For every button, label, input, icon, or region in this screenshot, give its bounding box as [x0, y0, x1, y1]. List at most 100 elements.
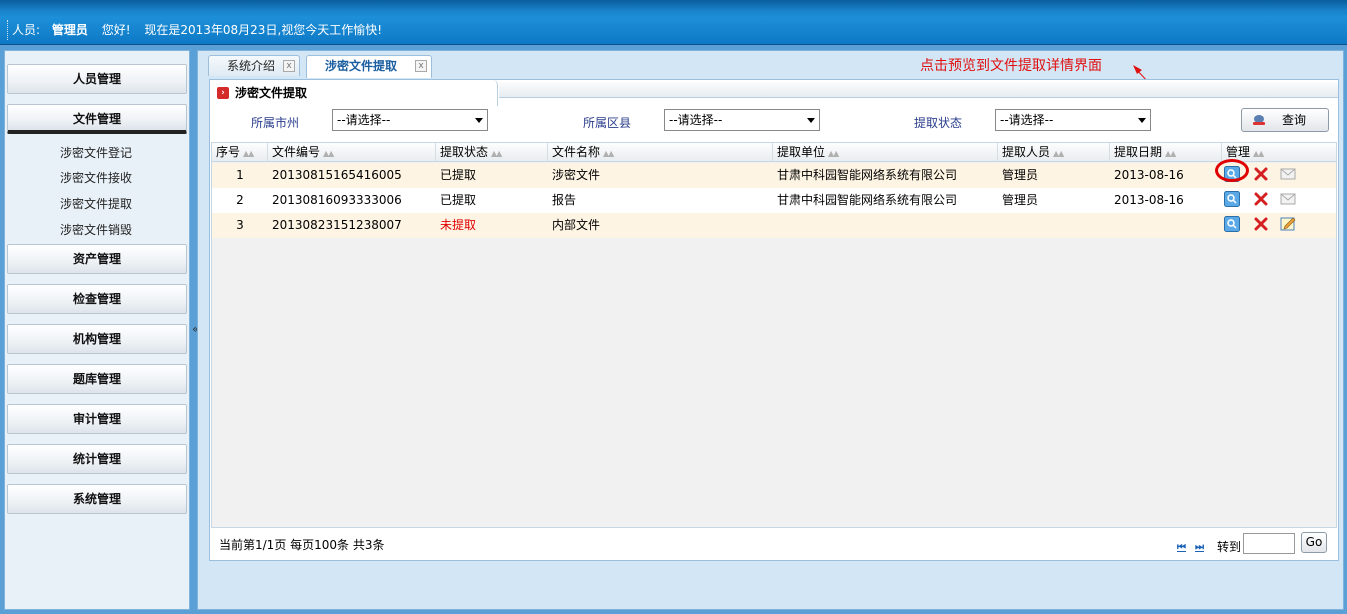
close-icon[interactable]: x [415, 60, 427, 72]
column-header-label: 提取日期 [1114, 145, 1163, 159]
delete-icon[interactable] [1253, 191, 1269, 207]
preview-icon[interactable] [1224, 216, 1240, 232]
cell-unit: 甘肃中科园智能网络系统有限公司 [777, 193, 958, 207]
cell-file-name: 涉密文件 [552, 168, 601, 182]
panel-header: › 涉密文件提取 [210, 80, 1338, 106]
tab-label: 系统介绍 [227, 59, 276, 73]
date-message: 现在是2013年08月23日,视您今天工作愉快! [144, 23, 383, 37]
menu-inspection[interactable]: 检查管理 [7, 284, 187, 314]
city-select-value: --请选择-- [337, 113, 391, 127]
panel-title-text: 涉密文件提取 [235, 86, 308, 100]
cell-unit: 甘肃中科园智能网络系统有限公司 [777, 168, 958, 182]
cell-status: 已提取 [440, 193, 477, 207]
table-row[interactable]: 3 20130823151238007 未提取 内部文件 [212, 213, 1336, 238]
column-header-label: 文件编号 [272, 145, 321, 159]
cell-no: 1 [236, 168, 244, 182]
grid-header: 序号 ▲▲ 文件编号 ▲▲ 提取状态 ▲▲ 文件名称 ▲▲ 提取单位 ▲▲ 提取人员 ▲▲ … [212, 143, 1336, 162]
table-row[interactable]: 2 20130816093333006 已提取 报告 甘肃中科园智能网络系统有限… [212, 188, 1336, 213]
query-button[interactable]: 查询 [1241, 108, 1329, 132]
table-row[interactable]: 1 20130815165416005 已提取 涉密文件 甘肃中科园智能网络系统… [212, 159, 1336, 188]
city-select[interactable]: --请选择-- [332, 109, 488, 131]
column-header-label: 管理 [1226, 145, 1251, 159]
page-info: 当前第1/1页 每页100条 共3条 [219, 538, 385, 552]
tab-label: 涉密文件提取 [325, 59, 398, 73]
sidebar: 人员管理 文件管理 涉密文件登记 涉密文件接收 涉密文件提取 涉密文件销毁 资产… [4, 50, 190, 610]
highlight-circle [1215, 159, 1249, 182]
column-header-label: 提取状态 [440, 145, 489, 159]
close-icon[interactable]: x [283, 60, 295, 72]
status-select[interactable]: --请选择-- [995, 109, 1151, 131]
menu-audit[interactable]: 审计管理 [7, 404, 187, 434]
column-header-unit[interactable]: 提取单位 ▲▲ [773, 143, 998, 162]
user-label: 人员: [12, 23, 41, 37]
top-header: 人员: 管理员 您好! 现在是2013年08月23日,视您今天工作愉快! [0, 0, 1347, 45]
menu-system[interactable]: 系统管理 [7, 484, 187, 514]
column-header-label: 文件名称 [552, 145, 601, 159]
sort-icon: ▲▲ [1165, 149, 1176, 158]
sort-icon: ▲▲ [1253, 149, 1264, 158]
column-header-file-no[interactable]: 文件编号 ▲▲ [268, 143, 436, 162]
data-grid: 序号 ▲▲ 文件编号 ▲▲ 提取状态 ▲▲ 文件名称 ▲▲ 提取单位 ▲▲ 提取人员 ▲▲ … [211, 142, 1337, 528]
city-label: 所属市州 [251, 116, 300, 130]
submenu-file-destroy[interactable]: 涉密文件销毁 [5, 220, 187, 240]
submenu-file-register[interactable]: 涉密文件登记 [5, 143, 187, 163]
sort-icon: ▲▲ [828, 149, 839, 158]
panel-title: › 涉密文件提取 [210, 80, 498, 106]
first-page-icon[interactable]: ⏮ [1177, 542, 1186, 553]
mail-icon[interactable] [1280, 166, 1296, 182]
column-header-label: 提取人员 [1002, 145, 1051, 159]
last-page-icon[interactable]: ⏭ [1195, 542, 1204, 553]
sort-icon: ▲▲ [491, 149, 502, 158]
cell-status: 未提取 [440, 218, 477, 232]
column-header-date[interactable]: 提取日期 ▲▲ [1110, 143, 1222, 162]
goto-page-input[interactable] [1243, 533, 1295, 554]
user-name: 管理员 [51, 23, 88, 37]
dropdown-arrow-icon [475, 118, 483, 123]
menu-personnel[interactable]: 人员管理 [7, 64, 187, 94]
cell-no: 3 [236, 218, 244, 232]
cell-file-name: 内部文件 [552, 218, 601, 232]
cell-person: 管理员 [1002, 168, 1039, 182]
sort-icon: ▲▲ [1053, 149, 1064, 158]
cell-file-name: 报告 [552, 193, 577, 207]
extract-edit-icon[interactable] [1280, 216, 1296, 232]
cell-date: 2013-08-16 [1114, 168, 1184, 182]
sort-icon: ▲▲ [603, 149, 614, 158]
menu-statistics[interactable]: 统计管理 [7, 444, 187, 474]
cell-unit [773, 213, 998, 238]
header-strip [0, 0, 1347, 12]
arrow-right-icon: › [217, 87, 229, 99]
menu-files[interactable]: 文件管理 [7, 104, 187, 134]
sort-icon: ▲▲ [323, 149, 334, 158]
column-header-file-name[interactable]: 文件名称 ▲▲ [548, 143, 773, 162]
cell-file-no: 20130823151238007 [272, 218, 402, 232]
submenu-file-extract[interactable]: 涉密文件提取 [5, 194, 187, 214]
county-select-value: --请选择-- [669, 113, 723, 127]
delete-icon[interactable] [1253, 166, 1269, 182]
column-header-status[interactable]: 提取状态 ▲▲ [436, 143, 548, 162]
cell-person: 管理员 [1002, 193, 1039, 207]
sort-icon: ▲▲ [243, 149, 254, 158]
search-user-icon [1253, 115, 1265, 125]
menu-organization[interactable]: 机构管理 [7, 324, 187, 354]
delete-icon[interactable] [1253, 216, 1269, 232]
grid-footer: 当前第1/1页 每页100条 共3条 ⏮ ⏭ 转到 Go [210, 530, 1338, 560]
main-area: 系统介绍 x 涉密文件提取 x 点击预览到文件提取详情界面 › 涉密文件提取 所… [197, 50, 1344, 610]
county-select[interactable]: --请选择-- [664, 109, 820, 131]
column-header-person[interactable]: 提取人员 ▲▲ [998, 143, 1110, 162]
menu-assets[interactable]: 资产管理 [7, 244, 187, 274]
menu-question-bank[interactable]: 题库管理 [7, 364, 187, 394]
dropdown-arrow-icon [807, 118, 815, 123]
goto-label: 转到 [1217, 540, 1242, 554]
tab-file-extract[interactable]: 涉密文件提取 x [306, 55, 432, 78]
tab-system-intro[interactable]: 系统介绍 x [208, 55, 300, 76]
status-select-value: --请选择-- [1000, 113, 1054, 127]
column-header-no[interactable]: 序号 ▲▲ [212, 143, 268, 162]
preview-icon[interactable] [1224, 191, 1240, 207]
cell-file-no: 20130816093333006 [272, 193, 402, 207]
go-button[interactable]: Go [1301, 532, 1327, 553]
submenu-file-receive[interactable]: 涉密文件接收 [5, 168, 187, 188]
greeting: 您好! [101, 23, 131, 37]
mail-icon[interactable] [1280, 191, 1296, 207]
annotation-text: 点击预览到文件提取详情界面 [920, 58, 1102, 74]
